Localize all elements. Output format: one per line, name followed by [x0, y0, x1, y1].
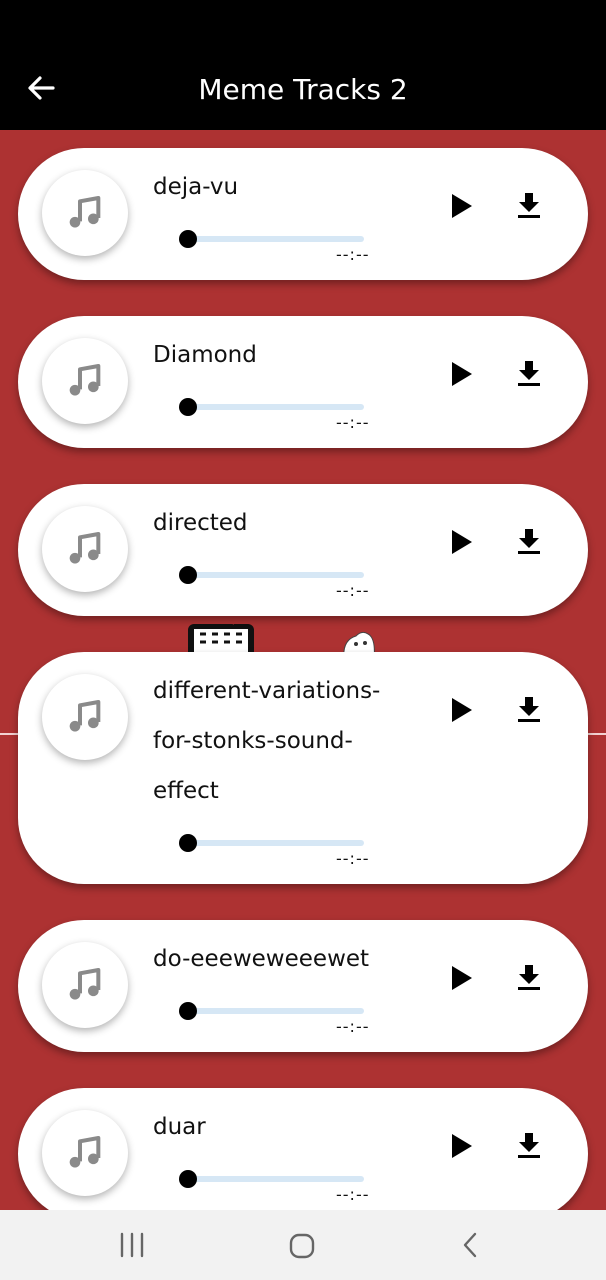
progress-slider[interactable] [179, 398, 364, 416]
play-icon[interactable] [448, 1131, 476, 1161]
music-note-icon [69, 196, 101, 228]
track-title: Diamond [153, 342, 257, 368]
progress-slider[interactable] [179, 834, 364, 852]
track-title: directed [153, 510, 248, 536]
slider-thumb[interactable] [179, 398, 197, 416]
slider-track [188, 1176, 364, 1182]
download-icon[interactable] [516, 962, 542, 992]
music-note-icon [69, 364, 101, 396]
download-icon[interactable] [516, 190, 542, 220]
track-card[interactable]: different-variations-for-stonks-sound-ef… [18, 652, 588, 884]
slider-thumb[interactable] [179, 566, 197, 584]
download-icon[interactable] [516, 694, 542, 724]
progress-slider[interactable] [179, 1002, 364, 1020]
music-note-icon [69, 968, 101, 1000]
play-icon[interactable] [448, 527, 476, 557]
play-icon[interactable] [448, 191, 476, 221]
home-icon[interactable] [288, 1232, 316, 1260]
play-icon[interactable] [448, 963, 476, 993]
track-time: --:-- [336, 581, 370, 600]
track-time: --:-- [336, 1185, 370, 1204]
slider-track [188, 840, 364, 846]
slider-thumb[interactable] [179, 1002, 197, 1020]
track-title: deja-vu [153, 174, 239, 200]
track-title: duar [153, 1114, 206, 1140]
music-note-icon [69, 1136, 101, 1168]
track-card[interactable]: duar --:-- [18, 1088, 588, 1210]
track-time: --:-- [336, 849, 370, 868]
track-artwork [42, 674, 128, 760]
app-bar: Meme Tracks 2 [0, 0, 606, 130]
music-note-icon [69, 700, 101, 732]
download-icon[interactable] [516, 1130, 542, 1160]
track-artwork [42, 170, 128, 256]
track-artwork [42, 1110, 128, 1196]
track-card[interactable]: deja-vu --:-- [18, 148, 588, 280]
progress-slider[interactable] [179, 230, 364, 248]
track-artwork [42, 506, 128, 592]
download-icon[interactable] [516, 526, 542, 556]
track-title: do-eeeweweeewet [153, 946, 370, 972]
track-time: --:-- [336, 413, 370, 432]
track-card[interactable]: directed --:-- [18, 484, 588, 616]
slider-track [188, 236, 364, 242]
chevron-left-icon[interactable] [460, 1231, 480, 1259]
play-icon[interactable] [448, 695, 476, 725]
track-time: --:-- [336, 245, 370, 264]
track-time: --:-- [336, 1017, 370, 1036]
track-list[interactable]: deja-vu --:-- Diamond --:-- directed --:… [0, 130, 606, 1210]
system-nav-bar [0, 1210, 606, 1280]
slider-thumb[interactable] [179, 834, 197, 852]
track-artwork [42, 942, 128, 1028]
slider-thumb[interactable] [179, 1170, 197, 1188]
progress-slider[interactable] [179, 1170, 364, 1188]
slider-thumb[interactable] [179, 230, 197, 248]
track-artwork [42, 338, 128, 424]
slider-track [188, 404, 364, 410]
track-title: different-variations-for-stonks-sound-ef… [153, 678, 381, 804]
download-icon[interactable] [516, 358, 542, 388]
slider-track [188, 1008, 364, 1014]
slider-track [188, 572, 364, 578]
play-icon[interactable] [448, 359, 476, 389]
progress-slider[interactable] [179, 566, 364, 584]
page-title: Meme Tracks 2 [198, 73, 408, 106]
track-card[interactable]: Diamond --:-- [18, 316, 588, 448]
music-note-icon [69, 532, 101, 564]
track-card[interactable]: do-eeeweweeewet --:-- [18, 920, 588, 1052]
recent-apps-icon[interactable] [118, 1232, 146, 1258]
